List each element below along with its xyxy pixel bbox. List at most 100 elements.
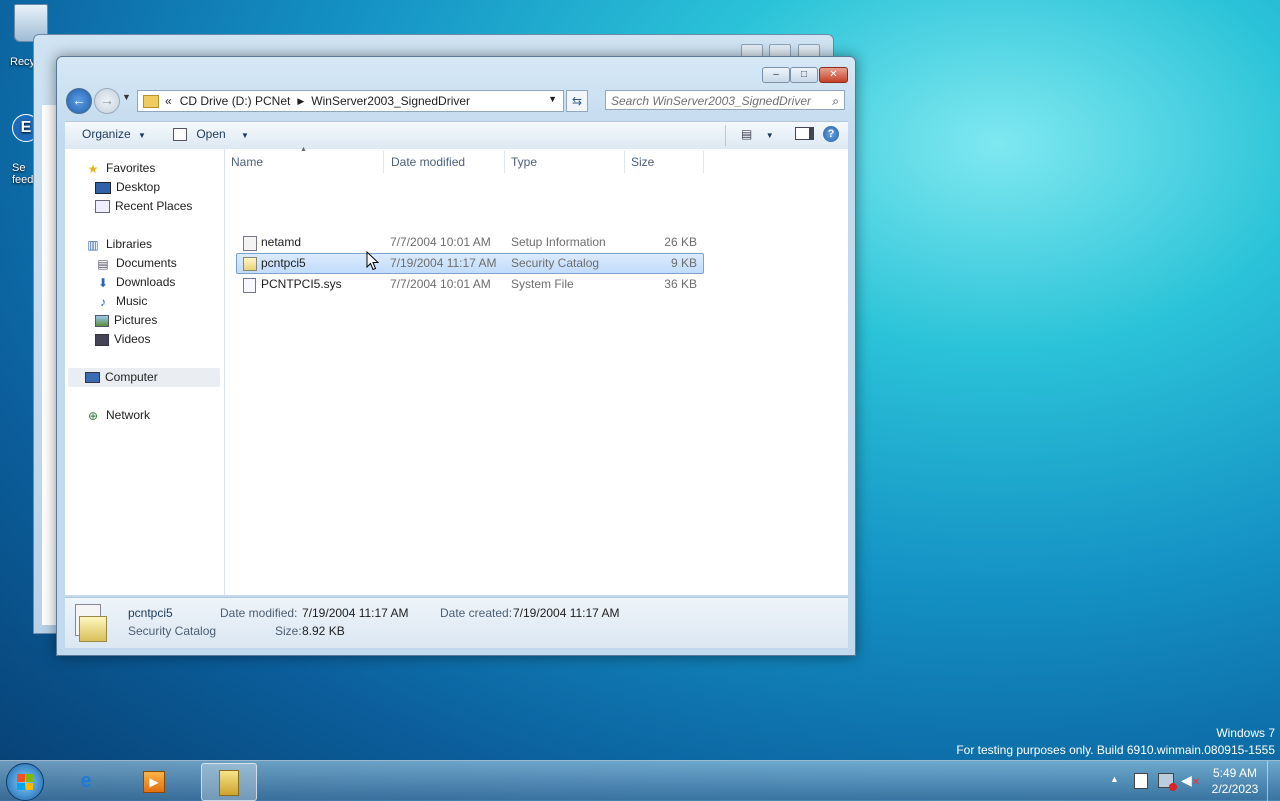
action-center-icon[interactable] (1134, 773, 1148, 789)
change-view-button[interactable]: ▤ ▼ (741, 127, 774, 141)
date-modified-value: 7/19/2004 11:17 AM (302, 606, 409, 620)
nav-libraries[interactable]: ▥ Libraries (85, 235, 152, 254)
help-button[interactable]: ? (823, 126, 839, 142)
minimize-button[interactable]: – (762, 67, 790, 83)
forward-arrow-icon: → (100, 92, 114, 108)
file-type: Setup Information (511, 235, 606, 249)
search-icon[interactable]: ⌕ (832, 91, 839, 111)
nav-videos[interactable]: Videos (95, 330, 150, 349)
file-name: PCNTPCI5.sys (261, 277, 342, 291)
search-placeholder: Search WinServer2003_SignedDriver (611, 94, 811, 108)
system-file-icon (243, 278, 256, 293)
file-name: pcntpci5 (261, 256, 306, 270)
open-dropdown-icon: ▼ (241, 131, 249, 140)
close-button[interactable]: ✕ (819, 67, 848, 83)
nav-desktop[interactable]: Desktop (95, 178, 160, 197)
volume-icon[interactable]: ◀✕ (1181, 772, 1200, 789)
nav-music[interactable]: ♪ Music (95, 292, 147, 311)
taskbar: e ▶ ▲ ◀✕ 5:49 AM 2/2/2023 (0, 760, 1280, 801)
preview-pane-button[interactable] (795, 127, 814, 143)
clock[interactable]: 5:49 AM 2/2/2023 (1204, 765, 1266, 797)
details-file-name: pcntpci5 (128, 606, 173, 620)
forward-button[interactable]: → (94, 88, 120, 114)
open-button[interactable]: Open ▼ (173, 127, 249, 142)
network-icon: ⊕ (87, 408, 99, 423)
refresh-button[interactable]: ⇆ (566, 90, 588, 112)
nav-videos-label: Videos (114, 332, 151, 346)
start-button[interactable] (6, 763, 44, 801)
column-name[interactable]: Name (225, 151, 384, 173)
nav-recent-places-label: Recent Places (115, 199, 193, 213)
network-error-icon (1169, 783, 1177, 791)
details-pane: pcntpci5 Security Catalog Date modified:… (65, 597, 848, 648)
file-row[interactable]: PCNTPCI5.sys 7/7/2004 10:01 AM System Fi… (236, 274, 704, 295)
build-watermark: For testing purposes only. Build 6910.wi… (956, 743, 1275, 757)
date-created-value: 7/19/2004 11:17 AM (513, 606, 620, 620)
nav-favorites[interactable]: ★ Favorites (85, 159, 156, 178)
size-value: 8.92 KB (302, 624, 345, 638)
nav-network[interactable]: ⊕ Network (85, 406, 150, 425)
nav-libraries-label: Libraries (106, 237, 153, 251)
content-area: ★ Favorites Desktop Recent Places ▥ Librar… (65, 146, 848, 595)
show-desktop-button[interactable] (1267, 761, 1280, 801)
address-dropdown-icon[interactable]: ▼ (548, 94, 557, 104)
nav-favorites-label: Favorites (106, 161, 156, 175)
file-name: netamd (261, 235, 302, 249)
network-tray-icon[interactable] (1158, 773, 1177, 791)
view-list-icon: ▤ (741, 127, 753, 141)
show-hidden-icons-button[interactable]: ▲ (1110, 774, 1119, 784)
explorer-taskbar-button[interactable] (201, 763, 257, 801)
search-input[interactable]: Search WinServer2003_SignedDriver ⌕ (605, 90, 845, 110)
mute-icon: ✕ (1191, 777, 1201, 788)
nav-documents-label: Documents (116, 256, 177, 270)
nav-downloads[interactable]: ⬇ Downloads (95, 273, 175, 292)
back-button[interactable]: ← (66, 88, 92, 114)
explorer-window[interactable]: – □ ✕ ← → ▼ « CD Drive (D:) PCNet ▶ WinS… (56, 56, 856, 656)
view-dropdown-icon: ▼ (765, 131, 774, 140)
file-row[interactable]: pcntpci5 7/19/2004 11:17 AM Security Cat… (236, 253, 704, 274)
navigation-pane: ★ Favorites Desktop Recent Places ▥ Librar… (65, 149, 225, 595)
breadcrumb-cd-drive[interactable]: CD Drive (D:) PCNet (180, 94, 291, 108)
maximize-button[interactable]: □ (790, 67, 818, 83)
nav-network-label: Network (106, 408, 151, 422)
column-size[interactable]: Size (625, 151, 704, 173)
nav-desktop-label: Desktop (116, 180, 161, 194)
details-file-type: Security Catalog (128, 624, 217, 638)
organize-button[interactable]: Organize ▼ (82, 127, 146, 141)
nav-computer-label: Computer (105, 370, 158, 384)
organize-dropdown-icon: ▼ (138, 131, 146, 140)
downloads-icon: ⬇ (97, 275, 109, 290)
size-label: Size: (275, 624, 302, 638)
nav-pictures-label: Pictures (114, 313, 158, 327)
media-player-icon[interactable]: ▶ (128, 763, 180, 799)
back-arrow-icon: ← (72, 92, 86, 108)
back-window-body (42, 105, 56, 625)
internet-explorer-icon[interactable]: e (60, 763, 112, 799)
file-row[interactable]: netamd 7/7/2004 10:01 AM Setup Informati… (236, 232, 704, 253)
file-date: 7/7/2004 10:01 AM (390, 277, 491, 291)
column-date-modified[interactable]: Date modified (385, 151, 505, 173)
nav-computer[interactable]: Computer (85, 368, 158, 387)
file-size: 26 KB (664, 235, 697, 249)
file-size: 36 KB (664, 277, 697, 291)
nav-documents[interactable]: ▤ Documents (95, 254, 177, 273)
nav-pictures[interactable]: Pictures (95, 311, 157, 330)
play-icon: ▶ (143, 770, 165, 793)
help-icon: ? (823, 126, 839, 142)
folder-icon (143, 94, 159, 108)
computer-icon (85, 372, 100, 384)
column-type[interactable]: Type (505, 151, 625, 173)
clock-time: 5:49 AM (1212, 766, 1258, 780)
address-bar[interactable]: « CD Drive (D:) PCNet ▶ WinServer2003_Si… (137, 90, 564, 112)
address-overflow[interactable]: « (165, 94, 172, 108)
file-type: System File (511, 277, 574, 291)
windows-version-watermark: Windows 7 (1216, 726, 1275, 740)
breadcrumb-separator-icon[interactable]: ▶ (297, 96, 304, 107)
nav-recent-places[interactable]: Recent Places (95, 197, 192, 216)
nav-music-label: Music (116, 294, 148, 308)
refresh-icon: ⇆ (571, 94, 583, 108)
documents-icon: ▤ (97, 256, 109, 271)
setup-information-file-icon (243, 236, 257, 251)
recent-pages-dropdown[interactable]: ▼ (122, 92, 131, 102)
breadcrumb-winserver[interactable]: WinServer2003_SignedDriver (311, 94, 470, 108)
